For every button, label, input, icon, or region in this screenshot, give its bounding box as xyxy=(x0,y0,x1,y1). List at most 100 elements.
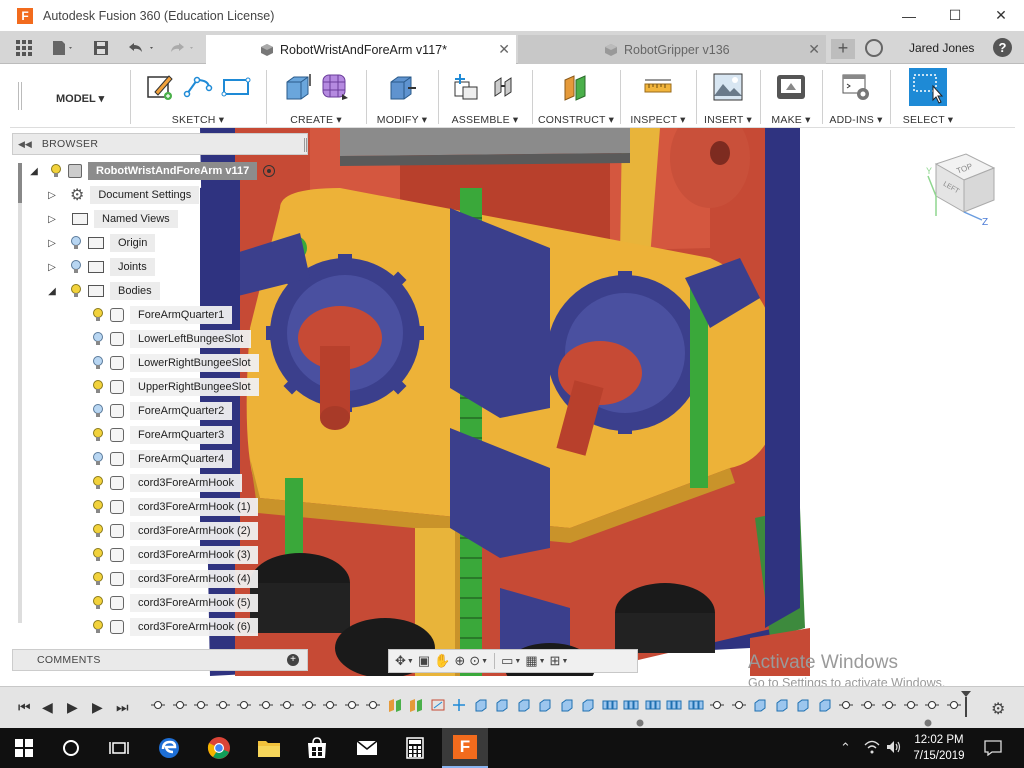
chrome-browser-icon[interactable] xyxy=(196,728,242,768)
timeline-feature-joint-icon[interactable] xyxy=(903,698,919,712)
assemble-menu-label[interactable]: ASSEMBLE ▾ xyxy=(440,114,530,126)
scripts-addins-icon[interactable] xyxy=(841,72,871,102)
fusion-360-taskbar-icon[interactable]: F xyxy=(442,728,488,768)
press-pull-icon[interactable] xyxy=(387,72,417,102)
timeline-feature-joint-icon[interactable] xyxy=(215,698,231,712)
go-to-end-icon[interactable]: ⏭ xyxy=(116,699,129,716)
undo-icon[interactable] xyxy=(124,31,158,64)
timeline-feature-joint-icon[interactable] xyxy=(838,698,854,712)
zoom-icon[interactable]: ⊕ xyxy=(454,652,465,670)
action-center-icon[interactable] xyxy=(984,740,1002,759)
play-icon[interactable]: ▶ xyxy=(67,699,78,716)
timeline-feature-joint-icon[interactable] xyxy=(193,698,209,712)
tree-body-row[interactable]: cord3ForeArmHook (1) xyxy=(92,496,259,518)
collapse-panel-icon[interactable]: ◀◀ xyxy=(18,139,32,150)
create-menu-label[interactable]: CREATE ▾ xyxy=(268,114,364,126)
timeline-feature-pattern-icon[interactable] xyxy=(623,698,639,712)
save-icon[interactable] xyxy=(92,31,110,64)
comments-panel[interactable]: COMMENTS + xyxy=(12,649,308,671)
tree-body-row[interactable]: ForeArmQuarter4 xyxy=(92,448,233,470)
timeline-feature-plane-icon[interactable] xyxy=(387,698,403,712)
timeline-feature-plane-icon[interactable] xyxy=(408,698,424,712)
timeline-settings-gear-icon[interactable]: ⚙ xyxy=(991,699,1005,719)
tree-body-row[interactable]: cord3ForeArmHook xyxy=(92,472,242,494)
orbit-icon[interactable]: ✥ ▼ xyxy=(395,652,414,670)
tree-body-row[interactable]: ForeArmQuarter2 xyxy=(92,400,233,422)
user-account-name[interactable]: Jared Jones xyxy=(909,41,974,55)
look-at-icon[interactable]: ▣ xyxy=(418,652,430,670)
calculator-icon[interactable] xyxy=(392,728,438,768)
visibility-bulb-off-icon[interactable] xyxy=(70,260,82,274)
select-tool-icon[interactable] xyxy=(909,68,947,106)
tree-root-row[interactable]: ◢ RobotWristAndForeArm v117 xyxy=(28,160,276,182)
visibility-bulb-off-icon[interactable] xyxy=(92,332,104,346)
new-tab-button[interactable]: + xyxy=(831,39,855,59)
network-icon[interactable] xyxy=(864,740,880,757)
tree-body-row[interactable]: ForeArmQuarter3 xyxy=(92,424,233,446)
visibility-bulb-off-icon[interactable] xyxy=(92,452,104,466)
timeline-feature-pattern-icon[interactable] xyxy=(666,698,682,712)
pan-icon[interactable]: ✋ xyxy=(434,652,450,670)
tray-overflow-icon[interactable]: ⌃ xyxy=(840,740,851,756)
sketch-menu-label[interactable]: SKETCH ▾ xyxy=(134,114,262,126)
visibility-bulb-icon[interactable] xyxy=(92,308,104,322)
expand-arrow-icon[interactable]: ▷ xyxy=(46,261,58,273)
close-tab-icon[interactable]: ✕ xyxy=(498,41,510,58)
tree-body-row[interactable]: LowerRightBungeeSlot xyxy=(92,352,259,374)
timeline-feature-extrude-icon[interactable] xyxy=(516,698,532,712)
tree-body-row[interactable]: cord3ForeArmHook (6) xyxy=(92,616,259,638)
minimize-button[interactable]: — xyxy=(886,0,932,31)
visibility-bulb-icon[interactable] xyxy=(70,284,82,298)
tree-body-row[interactable]: UpperRightBungeeSlot xyxy=(92,376,259,398)
maximize-button[interactable]: ☐ xyxy=(932,0,978,31)
volume-icon[interactable] xyxy=(886,740,902,757)
timeline-feature-joint-icon[interactable] xyxy=(344,698,360,712)
tree-body-row[interactable]: cord3ForeArmHook (4) xyxy=(92,568,259,590)
3d-print-icon[interactable] xyxy=(776,72,806,102)
rectangle-tool-icon[interactable] xyxy=(221,72,251,102)
go-to-start-icon[interactable]: ⏮ xyxy=(18,699,31,716)
visibility-bulb-icon[interactable] xyxy=(92,428,104,442)
timeline-feature-joint-icon[interactable] xyxy=(150,698,166,712)
step-back-icon[interactable]: ◀ xyxy=(42,699,53,716)
visibility-bulb-icon[interactable] xyxy=(92,548,104,562)
add-comment-icon[interactable]: + xyxy=(287,654,299,666)
display-settings-icon[interactable]: ▭ ▼ xyxy=(501,652,521,670)
tree-node-bodies[interactable]: ◢ Bodies xyxy=(46,280,160,302)
construct-menu-label[interactable]: CONSTRUCT ▾ xyxy=(534,114,618,126)
visibility-bulb-icon[interactable] xyxy=(92,380,104,394)
close-window-button[interactable]: ✕ xyxy=(978,0,1024,31)
extrude-icon[interactable] xyxy=(282,72,312,102)
visibility-bulb-icon[interactable] xyxy=(92,524,104,538)
measure-icon[interactable] xyxy=(643,72,673,102)
timeline-feature-joint-icon[interactable] xyxy=(365,698,381,712)
redo-icon[interactable] xyxy=(166,31,200,64)
timeline-feature-joint-icon[interactable] xyxy=(860,698,876,712)
timeline-feature-joint-icon[interactable] xyxy=(236,698,252,712)
joint-icon[interactable] xyxy=(489,72,519,102)
timeline-feature-joint-icon[interactable] xyxy=(258,698,274,712)
timeline-feature-extrude-icon[interactable] xyxy=(559,698,575,712)
timeline-feature-joint-icon[interactable] xyxy=(709,698,725,712)
help-icon[interactable]: ? xyxy=(993,38,1012,57)
taskbar-clock[interactable]: 12:02 PM 7/15/2019 xyxy=(903,732,975,764)
timeline-feature-joint-icon[interactable] xyxy=(322,698,338,712)
job-status-icon[interactable] xyxy=(865,39,883,57)
timeline-feature-extrude-icon[interactable] xyxy=(494,698,510,712)
expand-arrow-icon[interactable]: ▷ xyxy=(46,237,58,249)
visibility-bulb-icon[interactable] xyxy=(92,620,104,634)
visibility-bulb-icon[interactable] xyxy=(50,164,62,178)
tree-node-origin[interactable]: ▷ Origin xyxy=(46,232,156,254)
timeline-feature-joint-icon[interactable] xyxy=(279,698,295,712)
expand-arrow-icon[interactable]: ▷ xyxy=(46,189,58,201)
timeline-feature-joint-icon[interactable] xyxy=(731,698,747,712)
grid-settings-icon[interactable]: ▦ ▼ xyxy=(525,652,545,670)
add-ins-menu-label[interactable]: ADD-INS ▾ xyxy=(824,114,888,126)
timeline-scrollbar[interactable] xyxy=(146,719,966,727)
visibility-bulb-icon[interactable] xyxy=(92,572,104,586)
timeline-feature-joint-icon[interactable] xyxy=(881,698,897,712)
panel-pin-icon[interactable] xyxy=(304,138,307,152)
timeline-feature-pattern-icon[interactable] xyxy=(602,698,618,712)
tree-node-document-settings[interactable]: ▷ ⚙ Document Settings xyxy=(46,184,200,206)
timeline-feature-extrude-icon[interactable] xyxy=(580,698,596,712)
